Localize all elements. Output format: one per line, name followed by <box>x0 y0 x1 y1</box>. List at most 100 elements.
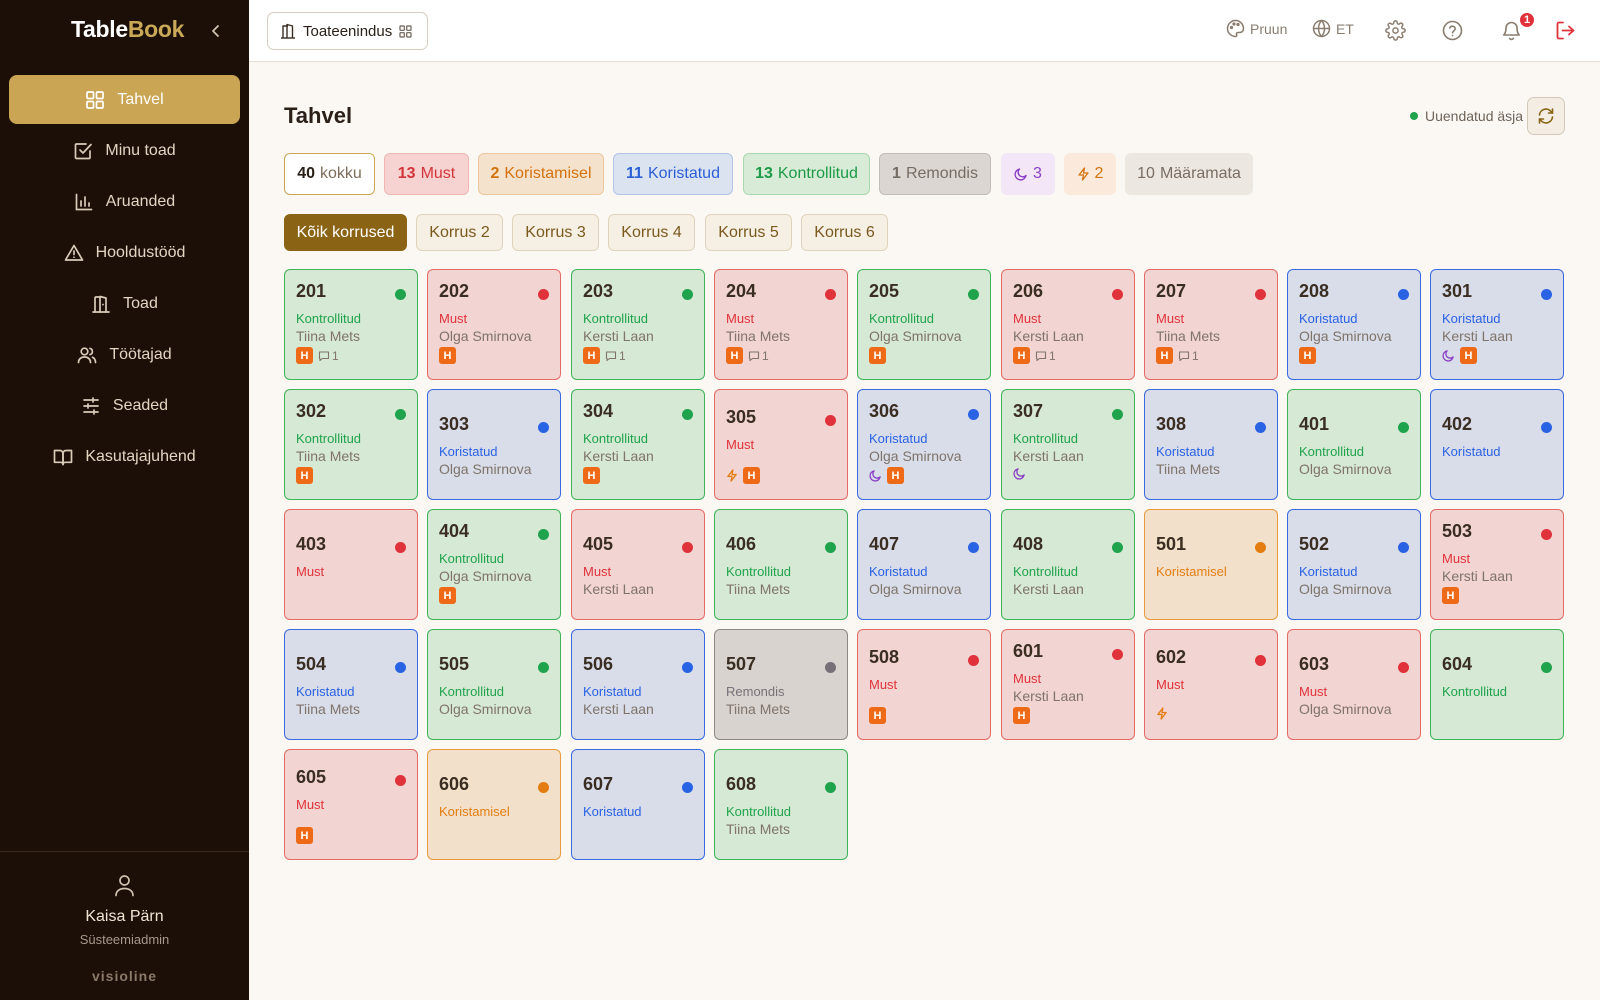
refresh-button[interactable] <box>1527 97 1565 135</box>
room-indicators: H <box>726 467 760 484</box>
room-card-403[interactable]: 403 Must <box>284 509 418 620</box>
stat-unassigned[interactable]: 10 Määramata <box>1125 153 1253 195</box>
room-card-304[interactable]: 304 Kontrollitud Kersti Laan H <box>571 389 705 500</box>
room-card-208[interactable]: 208 Koristatud Olga Smirnova H <box>1287 269 1421 380</box>
room-card-202[interactable]: 202 Must Olga Smirnova H <box>427 269 561 380</box>
sidebar-item-minu-toad[interactable]: Minu toad <box>9 126 240 175</box>
room-card-503[interactable]: 503 Must Kersti Laan H <box>1430 509 1564 620</box>
room-card-204[interactable]: 204 Must Tiina Mets H 1 <box>714 269 848 380</box>
collapse-sidebar-button[interactable] <box>205 20 227 42</box>
status-dot <box>1112 649 1123 660</box>
room-card-302[interactable]: 302 Kontrollitud Tiina Mets H <box>284 389 418 500</box>
room-status: Must <box>869 677 898 692</box>
room-card-601[interactable]: 601 Must Kersti Laan H <box>1001 629 1135 740</box>
room-card-504[interactable]: 504 Koristatud Tiina Mets <box>284 629 418 740</box>
settings-button[interactable] <box>1385 20 1406 41</box>
room-status: Must <box>583 564 612 579</box>
room-card-606[interactable]: 606 Koristamisel <box>427 749 561 860</box>
room-status: Must <box>726 311 755 326</box>
floor-filter-5[interactable]: Korrus 5 <box>705 214 792 251</box>
room-card-306[interactable]: 306 Koristatud Olga Smirnova H <box>857 389 991 500</box>
room-card-506[interactable]: 506 Koristatud Kersti Laan <box>571 629 705 740</box>
room-number: 604 <box>1442 654 1473 674</box>
room-card-402[interactable]: 402 Koristatud <box>1430 389 1564 500</box>
room-card-604[interactable]: 604 Kontrollitud <box>1430 629 1564 740</box>
stat-total[interactable]: 40 kokku <box>284 153 375 195</box>
sidebar-item-tahvel[interactable]: Tahvel <box>9 75 240 124</box>
brand: TableBook <box>0 0 249 62</box>
room-status: Must <box>1299 684 1328 699</box>
palette-icon <box>1226 19 1245 38</box>
stat-repair[interactable]: 1 Remondis <box>879 153 991 195</box>
sliders-icon <box>83 396 99 415</box>
room-card-505[interactable]: 505 Kontrollitud Olga Smirnova <box>427 629 561 740</box>
comment-indicator[interactable]: 1 <box>1178 349 1199 363</box>
room-card-205[interactable]: 205 Kontrollitud Olga Smirnova H <box>857 269 991 380</box>
stat-inspected[interactable]: 13 Kontrollitud <box>743 153 870 195</box>
stat-dirty[interactable]: 13 Must <box>384 153 469 195</box>
room-card-207[interactable]: 207 Must Tiina Mets H 1 <box>1144 269 1278 380</box>
sidebar-item-toad[interactable]: Toad <box>9 279 240 328</box>
room-card-508[interactable]: 508 Must H <box>857 629 991 740</box>
room-card-206[interactable]: 206 Must Kersti Laan H 1 <box>1001 269 1135 380</box>
room-card-501[interactable]: 501 Koristamisel <box>1144 509 1278 620</box>
department-selector[interactable]: Toateenindus <box>267 12 428 50</box>
help-icon <box>1442 20 1463 41</box>
room-card-201[interactable]: 201 Kontrollitud Tiina Mets H 1 <box>284 269 418 380</box>
room-card-307[interactable]: 307 Kontrollitud Kersti Laan <box>1001 389 1135 500</box>
theme-selector[interactable]: Pruun <box>1226 19 1287 38</box>
stat-priority[interactable]: 2 <box>1064 153 1116 195</box>
room-card-407[interactable]: 407 Koristatud Olga Smirnova <box>857 509 991 620</box>
room-card-502[interactable]: 502 Koristatud Olga Smirnova <box>1287 509 1421 620</box>
room-status: Remondis <box>726 684 785 699</box>
brand-logo[interactable]: TableBook <box>71 16 184 43</box>
room-card-203[interactable]: 203 Kontrollitud Kersti Laan H 1 <box>571 269 705 380</box>
assigned-staff: Kersti Laan <box>1013 328 1084 344</box>
floor-filter-4[interactable]: Korrus 4 <box>608 214 695 251</box>
moon-icon <box>1013 468 1025 480</box>
room-card-603[interactable]: 603 Must Olga Smirnova <box>1287 629 1421 740</box>
room-card-605[interactable]: 605 Must H <box>284 749 418 860</box>
room-number: 408 <box>1013 534 1044 554</box>
room-indicators: H <box>1442 587 1459 604</box>
comment-indicator[interactable]: 1 <box>318 349 339 363</box>
floor-filter-3[interactable]: Korrus 3 <box>512 214 599 251</box>
room-card-308[interactable]: 308 Koristatud Tiina Mets <box>1144 389 1278 500</box>
room-card-301[interactable]: 301 Koristatud Kersti Laan H <box>1430 269 1564 380</box>
floor-filter-2[interactable]: Korrus 2 <box>416 214 503 251</box>
room-card-507[interactable]: 507 Remondis Tiina Mets <box>714 629 848 740</box>
room-card-305[interactable]: 305 Must H <box>714 389 848 500</box>
room-card-303[interactable]: 303 Koristatud Olga Smirnova <box>427 389 561 500</box>
room-number: 306 <box>869 401 900 421</box>
room-number: 308 <box>1156 414 1187 434</box>
user-icon[interactable] <box>114 874 135 897</box>
comment-indicator[interactable]: 1 <box>1035 349 1056 363</box>
h-badge: H <box>726 347 743 364</box>
room-card-406[interactable]: 406 Kontrollitud Tiina Mets <box>714 509 848 620</box>
logout-button[interactable] <box>1555 20 1576 41</box>
room-card-602[interactable]: 602 Must <box>1144 629 1278 740</box>
help-button[interactable] <box>1442 20 1463 41</box>
language-selector[interactable]: ET <box>1312 19 1354 38</box>
room-card-401[interactable]: 401 Kontrollitud Olga Smirnova <box>1287 389 1421 500</box>
room-card-405[interactable]: 405 Must Kersti Laan <box>571 509 705 620</box>
sidebar-item-kasutajajuhend[interactable]: Kasutajajuhend <box>9 432 240 481</box>
floor-filter-all[interactable]: Kõik korrused <box>284 214 407 251</box>
status-dot <box>395 662 406 673</box>
floor-filter-6[interactable]: Korrus 6 <box>801 214 888 251</box>
comment-indicator[interactable]: 1 <box>605 349 626 363</box>
comment-indicator[interactable]: 1 <box>748 349 769 363</box>
stat-clean[interactable]: 11 Koristatud <box>613 153 733 195</box>
stat-night[interactable]: 3 <box>1001 153 1055 195</box>
sidebar-item-aruanded[interactable]: Aruanded <box>9 177 240 226</box>
sidebar-item-tootajad[interactable]: Töötajad <box>9 330 240 379</box>
room-status: Must <box>1442 551 1471 566</box>
room-card-607[interactable]: 607 Koristatud <box>571 749 705 860</box>
status-dot <box>825 415 836 426</box>
room-card-408[interactable]: 408 Kontrollitud Kersti Laan <box>1001 509 1135 620</box>
room-card-404[interactable]: 404 Kontrollitud Olga Smirnova H <box>427 509 561 620</box>
room-card-608[interactable]: 608 Kontrollitud Tiina Mets <box>714 749 848 860</box>
sidebar-item-hooldustood[interactable]: Hooldustööd <box>9 228 240 277</box>
stat-cleaning[interactable]: 2 Koristamisel <box>478 153 604 195</box>
sidebar-item-seaded[interactable]: Seaded <box>9 381 240 430</box>
